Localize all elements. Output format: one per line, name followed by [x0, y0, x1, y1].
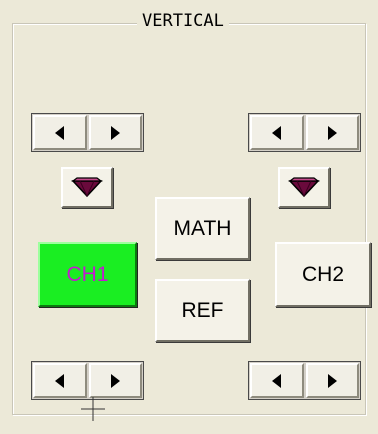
crosshair-cursor-icon [81, 397, 105, 421]
arrow-left-icon [55, 125, 65, 140]
group-title: VERTICAL [137, 10, 229, 32]
ch1-button[interactable]: CH1 [38, 242, 137, 307]
ch1-menu-button[interactable] [61, 167, 113, 208]
arrow-left-icon [272, 125, 282, 140]
ch1-position-right-button[interactable] [88, 115, 142, 150]
arrow-left-icon [272, 373, 282, 388]
arrow-left-icon [55, 373, 65, 388]
ch1-position-left-button[interactable] [33, 115, 87, 150]
arrow-right-icon [327, 125, 337, 140]
ch2-menu-button[interactable] [278, 167, 330, 208]
arrow-right-icon [110, 373, 120, 388]
gem-dropdown-icon [288, 176, 320, 197]
ch2-scale-right-button[interactable] [305, 363, 359, 398]
gem-dropdown-icon [71, 176, 103, 197]
ch1-scale-right-button[interactable] [88, 363, 142, 398]
ch1-scale-left-button[interactable] [33, 363, 87, 398]
math-button[interactable]: MATH [155, 197, 250, 260]
ch2-scale-spinner [248, 361, 361, 400]
ch2-position-spinner [248, 113, 361, 152]
arrow-right-icon [110, 125, 120, 140]
ch1-scale-spinner [31, 361, 144, 400]
ch1-position-spinner [31, 113, 144, 152]
ch2-scale-left-button[interactable] [250, 363, 304, 398]
ref-button[interactable]: REF [155, 279, 250, 342]
arrow-right-icon [327, 373, 337, 388]
ch2-position-left-button[interactable] [250, 115, 304, 150]
ch2-position-right-button[interactable] [305, 115, 359, 150]
ch2-button[interactable]: CH2 [275, 242, 371, 307]
